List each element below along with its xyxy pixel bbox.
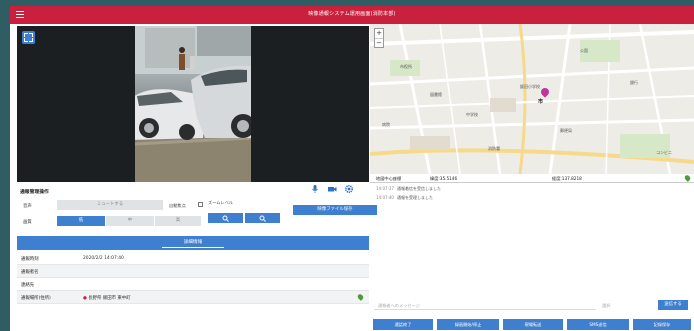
latitude-text: 緯度:35.5146 xyxy=(430,176,458,181)
controls-title: 通報管理操作 xyxy=(20,190,49,195)
detail-key: 通報者名 xyxy=(21,270,39,275)
map-label: 市役所 xyxy=(400,64,412,69)
log-entry: 14:07:40 通報を受理しました xyxy=(376,195,433,201)
map-zoom-out-button[interactable]: − xyxy=(375,38,383,47)
log-time: 14:07:40 xyxy=(376,195,394,200)
map-label: コンビニ xyxy=(656,150,672,155)
map-label: 図書館 xyxy=(430,92,442,97)
map-label: 中学校 xyxy=(466,112,478,117)
map-label: 銀行 xyxy=(630,80,638,85)
zoom-out-button[interactable] xyxy=(245,213,280,223)
quality-label: 画質 xyxy=(23,220,32,225)
video-feed xyxy=(17,26,369,182)
detail-tab[interactable]: 詳細情報 xyxy=(17,236,369,250)
map-zoom-in-button[interactable]: + xyxy=(375,29,383,38)
detail-key: 通報時刻 xyxy=(21,257,39,262)
title-bar: 映像通報システム運用画面(消防本部) xyxy=(10,6,694,24)
detail-key: 通報場所(住所) xyxy=(21,296,51,301)
app-title: 映像通報システム運用画面(消防本部) xyxy=(308,11,396,17)
detail-row: 通報時刻 2020/2/2 14:07:40 xyxy=(17,252,369,265)
end-call-button[interactable]: 通話終了 xyxy=(373,319,433,330)
zoom-in-button[interactable] xyxy=(208,213,243,223)
message-input[interactable]: 通報者へのメッセージ xyxy=(374,300,596,310)
detail-tab-label: 詳細情報 xyxy=(161,240,225,248)
auto-focus-checkbox[interactable] xyxy=(198,202,203,207)
video-camera-icon[interactable] xyxy=(327,184,337,194)
map-label: 郵便局 xyxy=(560,128,572,133)
map-label: 消防署 xyxy=(488,146,500,151)
accident-scene-image xyxy=(135,26,251,182)
detail-key: 連絡先 xyxy=(21,283,35,288)
zoom-in-icon xyxy=(222,215,229,222)
transfer-button[interactable]: 現場転送 xyxy=(503,319,563,330)
coordinates-place: 地図中心座標 xyxy=(376,176,402,181)
map-pin-label: 市 xyxy=(538,99,544,105)
map-zoom-control: + − xyxy=(374,28,384,48)
audio-label: 音声 xyxy=(23,204,32,209)
longitude-text: 経度:137.8218 xyxy=(552,176,582,181)
quality-mid-button[interactable]: 中 xyxy=(106,216,154,226)
map-view[interactable]: + − 市役所 公園 飯田小学校 中学校 病院 郵便局 銀行 コンビニ 図書館 … xyxy=(370,24,694,174)
microphone-icon[interactable] xyxy=(310,184,320,194)
detail-value: ● 長野県 飯田市 東中町 xyxy=(83,296,131,301)
gear-icon[interactable] xyxy=(344,184,354,194)
quality-high-button[interactable]: 高 xyxy=(155,216,201,226)
send-message-button[interactable]: 送信する xyxy=(658,300,688,310)
log-entry: 14:07:37 通報着信を受信しました xyxy=(376,186,441,192)
save-record-button[interactable]: 記録保存 xyxy=(633,319,691,330)
zoom-level-label: ズームレベル xyxy=(208,200,233,205)
detail-row: 通報者名 xyxy=(17,265,369,278)
detail-value: 2020/2/2 14:07:40 xyxy=(83,256,124,261)
log-time: 14:07:37 xyxy=(376,186,394,191)
save-video-file-button[interactable]: 映像ファイル保存 xyxy=(293,205,377,215)
message-template-select[interactable]: 選択 xyxy=(600,300,636,310)
coordinates-bar: 地図中心座標 緯度:35.5146 経度:137.8218 xyxy=(370,174,694,183)
log-text: 通報を受理しました xyxy=(396,195,433,200)
map-label: 飯田小学校 xyxy=(520,84,540,89)
address-text: 長野県 飯田市 東中町 xyxy=(88,296,131,301)
map-label: 公園 xyxy=(580,48,588,53)
map-pin-icon[interactable] xyxy=(683,174,692,182)
fullscreen-icon[interactable] xyxy=(22,31,35,44)
sms-button[interactable]: SMS送信 xyxy=(567,319,629,330)
auto-focus-label: 自動焦点 xyxy=(169,203,186,208)
call-controls: 通報管理操作 音声 ミュートする 自動焦点 ズームレベル 映像ファイル保存 画質… xyxy=(17,182,377,232)
record-button[interactable]: 録画開始/停止 xyxy=(437,319,499,330)
map-label: 病院 xyxy=(382,122,390,127)
app-window: 映像通報システム運用画面(消防本部) 通報管理操作 音声 ミュートする 自動焦点… xyxy=(10,6,694,331)
zoom-out-icon xyxy=(259,215,266,222)
detail-row: 連絡先 xyxy=(17,278,369,291)
mute-button[interactable]: ミュートする xyxy=(57,200,163,210)
log-text: 通報着信を受信しました xyxy=(396,186,441,191)
map-pin-icon[interactable] xyxy=(356,293,365,301)
quality-low-button[interactable]: 低 xyxy=(57,216,105,226)
detail-row: 通報場所(住所) ● 長野県 飯田市 東中町 xyxy=(17,291,369,304)
